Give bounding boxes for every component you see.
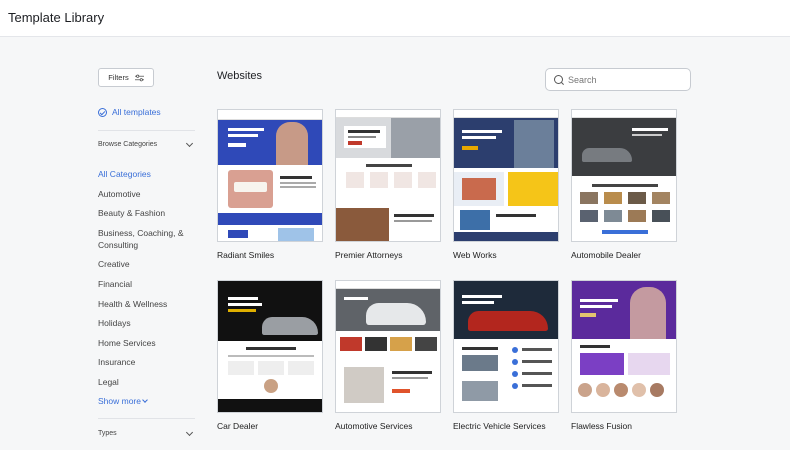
- search-input[interactable]: [568, 74, 678, 85]
- template-name: Electric Vehicle Services: [453, 421, 546, 431]
- all-templates-label: All templates: [112, 107, 161, 117]
- template-thumbnail[interactable]: [335, 109, 441, 242]
- template-card-radiant-smiles[interactable]: Radiant Smiles: [217, 109, 323, 260]
- template-card-electric-vehicle-services[interactable]: Electric Vehicle Services: [453, 280, 559, 431]
- template-card-car-dealer[interactable]: Car Dealer: [217, 280, 323, 431]
- template-name: Automotive Services: [335, 421, 413, 431]
- template-name: Radiant Smiles: [217, 250, 275, 260]
- chevron-down-icon: [142, 397, 148, 403]
- category-item-beauty-fashion[interactable]: Beauty & Fashion: [98, 207, 195, 219]
- template-name: Web Works: [453, 250, 497, 260]
- template-thumbnail[interactable]: [571, 280, 677, 413]
- chevron-down-icon: [185, 428, 194, 436]
- search-box[interactable]: [545, 68, 691, 91]
- template-thumbnail[interactable]: [453, 280, 559, 413]
- category-item-creative[interactable]: Creative: [98, 258, 195, 270]
- template-card-automobile-dealer[interactable]: Automobile Dealer: [571, 109, 677, 260]
- top-bar: Template Library: [0, 0, 790, 37]
- filters-label: Filters: [108, 73, 129, 82]
- template-name: Flawless Fusion: [571, 421, 632, 431]
- divider: [98, 130, 195, 131]
- template-thumbnail[interactable]: [217, 280, 323, 413]
- category-list: All Categories Automotive Beauty & Fashi…: [98, 168, 195, 396]
- template-thumbnail[interactable]: [335, 280, 441, 413]
- show-more-link[interactable]: Show more: [98, 396, 149, 406]
- template-thumbnail[interactable]: [571, 109, 677, 242]
- template-name: Automobile Dealer: [571, 250, 641, 260]
- template-card-premier-attorneys[interactable]: Premier Attorneys: [335, 109, 441, 260]
- filters-button[interactable]: Filters: [98, 68, 154, 87]
- template-card-flawless-fusion[interactable]: Flawless Fusion: [571, 280, 677, 431]
- template-name: Premier Attorneys: [335, 250, 403, 260]
- category-item-legal[interactable]: Legal: [98, 376, 195, 388]
- show-more-label: Show more: [98, 396, 141, 406]
- category-item-holidays[interactable]: Holidays: [98, 317, 195, 329]
- category-item-home-services[interactable]: Home Services: [98, 337, 195, 349]
- category-item-insurance[interactable]: Insurance: [98, 356, 195, 368]
- all-templates-link[interactable]: All templates: [98, 107, 161, 117]
- template-thumbnail[interactable]: [453, 109, 559, 242]
- divider: [98, 418, 195, 419]
- page-title: Template Library: [8, 10, 105, 25]
- category-item-automotive[interactable]: Automotive: [98, 188, 195, 200]
- chevron-down-icon: [185, 139, 194, 147]
- category-item-business-coaching[interactable]: Business, Coaching, & Consulting: [98, 227, 195, 251]
- template-card-automotive-services[interactable]: Automotive Services: [335, 280, 441, 431]
- template-card-web-works[interactable]: Web Works: [453, 109, 559, 260]
- template-name: Car Dealer: [217, 421, 259, 431]
- browse-categories-label: Browse Categories: [98, 141, 158, 148]
- search-icon: [554, 75, 563, 84]
- category-item-all[interactable]: All Categories: [98, 168, 195, 180]
- category-item-health-wellness[interactable]: Health & Wellness: [98, 298, 195, 310]
- check-circle-icon: [98, 107, 107, 117]
- template-thumbnail[interactable]: [217, 109, 323, 242]
- browse-categories-toggle[interactable]: Browse Categories: [98, 139, 194, 148]
- sliders-icon: [134, 74, 144, 81]
- section-title: Websites: [217, 70, 263, 82]
- types-label: Types: [98, 430, 117, 437]
- types-toggle[interactable]: Types: [98, 428, 194, 437]
- category-item-financial[interactable]: Financial: [98, 278, 195, 290]
